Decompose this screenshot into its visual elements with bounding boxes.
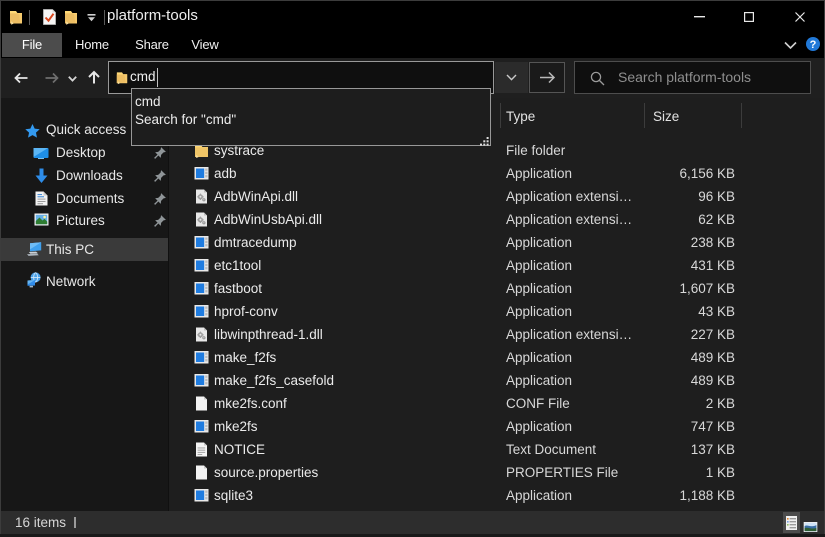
svg-text:?: ? <box>810 39 817 51</box>
